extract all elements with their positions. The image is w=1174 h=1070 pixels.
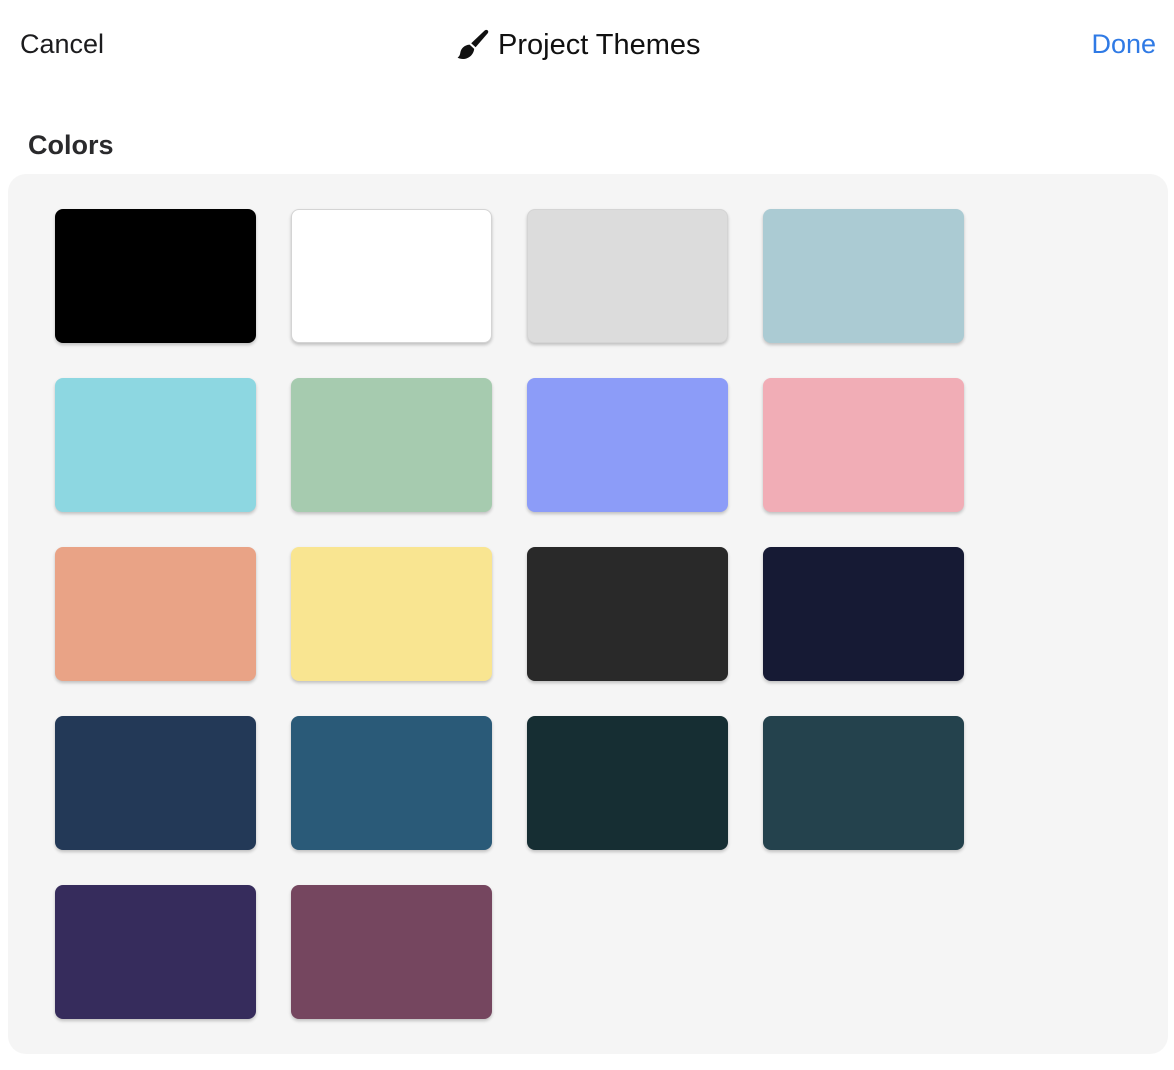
color-swatch[interactable] <box>55 716 256 850</box>
color-swatch[interactable] <box>527 547 728 681</box>
colors-section-header: Colors <box>28 130 114 160</box>
color-swatch[interactable] <box>291 716 492 850</box>
color-swatch[interactable] <box>763 209 964 343</box>
color-swatch-grid <box>55 209 964 1019</box>
color-swatch[interactable] <box>55 378 256 512</box>
color-swatch[interactable] <box>763 378 964 512</box>
color-swatch-panel <box>8 174 1168 1054</box>
done-button[interactable]: Done <box>1091 27 1156 61</box>
color-swatch[interactable] <box>527 378 728 512</box>
color-swatch[interactable] <box>291 378 492 512</box>
color-swatch[interactable] <box>763 716 964 850</box>
color-swatch[interactable] <box>55 885 256 1019</box>
cancel-button[interactable]: Cancel <box>20 27 104 61</box>
color-swatch[interactable] <box>291 885 492 1019</box>
color-swatch[interactable] <box>763 547 964 681</box>
page-title: Project Themes <box>498 29 701 61</box>
title-group: Project Themes <box>456 26 701 64</box>
color-swatch[interactable] <box>527 716 728 850</box>
color-swatch[interactable] <box>527 209 728 343</box>
navigation-bar: Cancel Project Themes Done <box>0 0 1174 90</box>
color-swatch[interactable] <box>55 547 256 681</box>
paintbrush-icon <box>456 28 490 62</box>
color-swatch[interactable] <box>291 209 492 343</box>
color-swatch[interactable] <box>291 547 492 681</box>
color-swatch[interactable] <box>55 209 256 343</box>
